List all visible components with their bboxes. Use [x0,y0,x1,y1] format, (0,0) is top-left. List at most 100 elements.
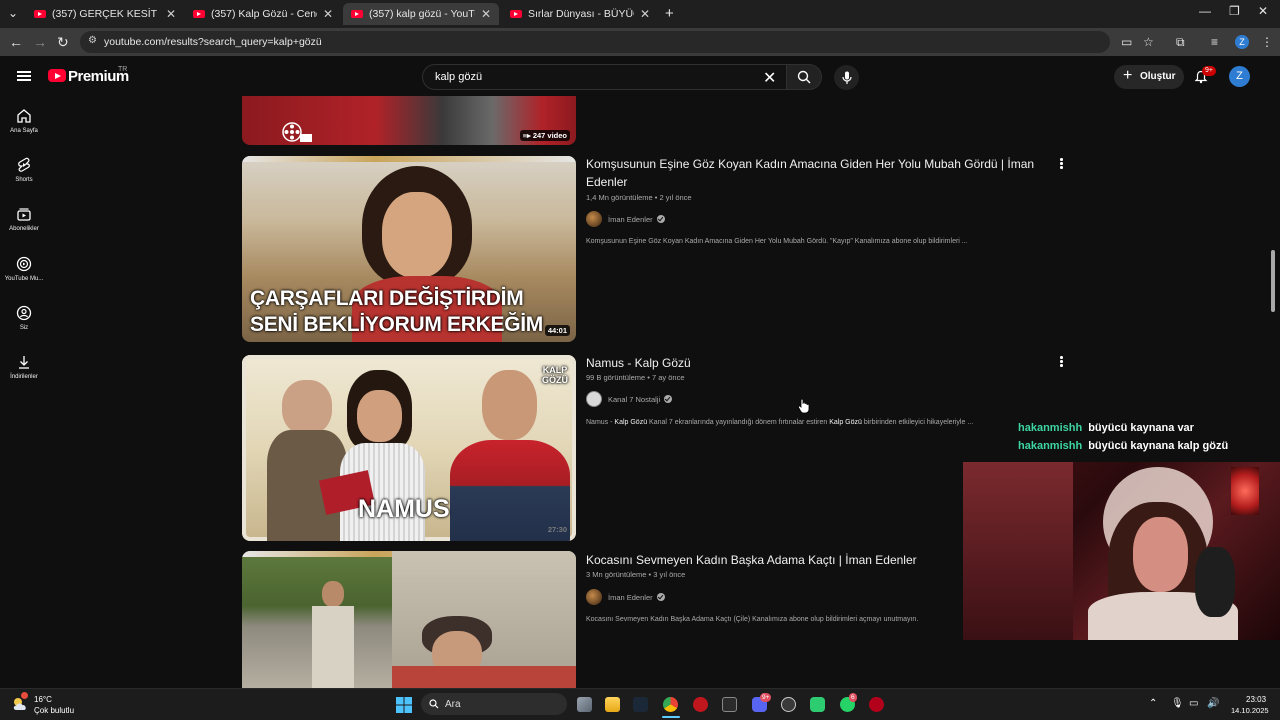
youtube-favicon-icon [351,10,363,18]
browser-tab-2[interactable]: (357) Kalp Gözü - Cendere - YouTube ✕ [185,3,341,25]
create-button[interactable]: + Oluştur [1114,65,1184,89]
corner-logo-line1: KALP [542,365,568,375]
youtube-music-icon [16,256,32,272]
account-avatar[interactable]: Z [1229,66,1250,87]
tab-title: (357) Kalp Gözü - Cendere - YouTube [211,8,317,20]
task-view-icon[interactable] [577,697,592,712]
extensions-icon[interactable]: ⧉ [1176,35,1185,50]
chrome-menu-icon[interactable]: ⋮ [1261,35,1273,49]
back-icon[interactable]: ← [9,34,23,50]
video-thumbnail[interactable]: ÇARŞAFLARI DEĞİŞTİRDİM SENİ BEKLİYORUM E… [242,156,576,342]
video-thumbnail[interactable]: KALP GÖZÜ NAMUS 27:30 [242,355,576,541]
search-input[interactable]: kalp gözü ✕ [422,64,786,90]
duration-badge: 44:01 [544,325,570,336]
channel-avatar[interactable] [586,391,602,407]
guide-item-youtube-music[interactable]: YouTube Mu... [0,256,48,282]
media-controls-icon[interactable]: ≡ [1211,35,1218,49]
verified-badge-icon [656,593,665,601]
webcam-overlay [963,462,1280,640]
tab-title: Sırlar Dünyası - BÜYÜCÜ - YouTube [528,8,634,20]
video-title[interactable]: Namus - Kalp Gözü [586,354,691,372]
guide-item-downloads[interactable]: İndirilenler [0,354,48,380]
guide-item-subscriptions[interactable]: Abonelikler [0,206,48,232]
cast-icon[interactable]: ▭ [1121,35,1132,49]
thumbnail-clothing-shape [312,606,354,688]
video-metadata: 3 Mn görüntüleme • 3 yıl önce [586,570,686,579]
app-dark-red-icon[interactable] [869,697,884,712]
channel-corner-logo: KALP GÖZÜ [542,365,568,385]
app-red-icon[interactable] [693,697,708,712]
microphone-tray-icon[interactable]: 🎙 [1171,698,1184,709]
steam-icon[interactable] [633,697,648,712]
duration-badge: 27:30 [547,525,567,534]
volume-icon[interactable]: 🔊 [1207,698,1219,709]
close-tab-icon[interactable]: ✕ [481,7,491,21]
bookmark-star-icon[interactable]: ☆ [1143,35,1154,49]
desc-match: Kalp Gözü [614,419,648,426]
playlist-thumbnail[interactable]: ≡▸ 247 video [242,96,576,145]
video-thumbnail[interactable] [242,551,576,688]
video-title[interactable]: Kocasını Sevmeyen Kadın Başka Adama Kaçt… [586,551,917,569]
video-title[interactable]: Komşusunun Eşine Göz Koyan Kadın Amacına… [586,155,1034,191]
windows-start-icon[interactable] [396,697,412,713]
tab-search-icon[interactable]: ⌄ [8,6,18,20]
close-tab-icon[interactable]: ✕ [323,7,333,21]
guide-item-home[interactable]: Ana Sayfa [0,108,48,134]
taskbar-clock-date[interactable]: 14.10.2025 [1231,706,1269,715]
new-tab-icon[interactable]: + [665,5,674,22]
youtube-masthead: Premium TR kalp gözü ✕ + Oluştur 9+ Z [0,56,1280,96]
clear-search-icon[interactable]: ✕ [763,68,776,88]
guide-label: Shorts [15,177,33,183]
address-bar[interactable]: ⚙ youtube.com/results?search_query=kalp+… [80,31,1110,53]
weather-description: Çok bulutlu [34,706,75,715]
channel-link[interactable]: Kanal 7 Nostalji [586,391,673,407]
close-tab-icon[interactable]: ✕ [166,7,176,21]
guide-item-you[interactable]: Siz [0,305,48,331]
browser-tab-3-active[interactable]: (357) kalp gözü - YouTube ✕ [343,3,499,25]
show-hidden-icons-icon[interactable]: ⌃ [1149,698,1157,709]
channel-avatar[interactable] [586,589,602,605]
taskbar-search-box[interactable]: Ara [421,693,567,715]
browser-tab-strip: ⌄ (357) GERÇEK KESİT - YASAK AŞK ✕ (357)… [0,0,1280,28]
more-actions-icon[interactable] [1060,158,1064,170]
page-scrollbar[interactable] [1271,250,1275,312]
site-info-icon[interactable]: ⚙ [88,35,97,46]
channel-link[interactable]: İman Edenler [586,589,665,605]
film-reel-icon [282,122,312,142]
browser-tab-1[interactable]: (357) GERÇEK KESİT - YASAK AŞK ✕ [26,3,184,25]
channel-avatar[interactable] [586,211,602,227]
chrome-icon[interactable] [663,697,678,712]
thumbnail-face-shape [382,192,452,278]
taskbar-clock-time[interactable]: 23:03 [1246,695,1266,704]
restore-icon[interactable]: ❐ [1229,4,1240,18]
app-circle-icon[interactable] [781,697,796,712]
weather-cloud-icon[interactable] [12,696,30,712]
more-actions-icon[interactable] [1060,356,1064,368]
verified-badge-icon [664,395,673,403]
file-explorer-icon[interactable] [605,697,620,712]
search-button[interactable] [786,64,822,90]
close-tab-icon[interactable]: ✕ [640,7,650,21]
reload-icon[interactable]: ↻ [57,34,69,50]
chat-username: hakanmishh [1018,440,1083,452]
close-window-icon[interactable]: ✕ [1258,4,1268,18]
browser-profile-avatar[interactable]: Z [1235,35,1249,49]
terminal-icon[interactable] [722,697,737,712]
menu-icon[interactable] [17,71,31,81]
chat-text: büyücü kaynana kalp gözü [1088,440,1229,452]
channel-link[interactable]: İman Edenler [586,211,665,227]
video-description-snippet: Komşusunun Eşine Göz Koyan Kadın Amacına… [586,238,968,245]
youtube-logo-icon[interactable] [48,69,66,82]
minimize-icon[interactable]: — [1199,4,1211,18]
chat-username: hakanmishh [1018,422,1083,434]
thumbnail-overlay-line2: SENİ BEKLİYORUM ERKEĞİM [250,313,543,336]
hand-cursor-icon [798,398,810,414]
guide-item-shorts[interactable]: Shorts [0,157,48,183]
forward-icon[interactable]: → [33,34,47,50]
browser-tab-4[interactable]: Sırlar Dünyası - BÜYÜCÜ - YouTube ✕ [502,3,658,25]
thumbnail-face-shape [282,380,332,435]
corner-logo-line2: GÖZÜ [542,375,568,385]
network-icon[interactable]: ▭ [1189,698,1198,709]
app-green-icon[interactable] [810,697,825,712]
voice-search-button[interactable] [834,65,859,90]
